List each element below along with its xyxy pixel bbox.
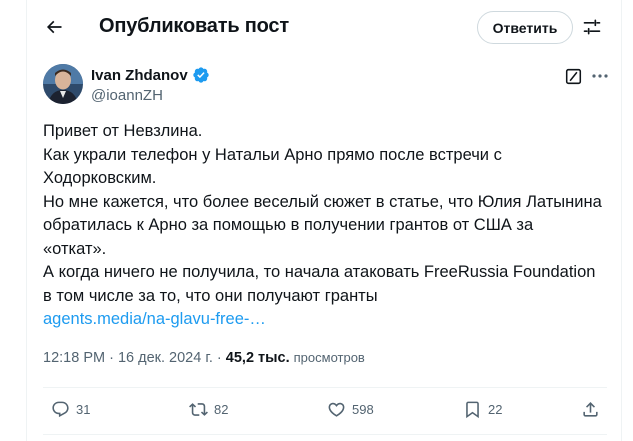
- reply-action[interactable]: 31: [51, 400, 90, 419]
- tweet-line: Привет от Невзлина.: [43, 122, 203, 140]
- reply-count: 31: [76, 402, 91, 417]
- bookmark-action[interactable]: 22: [463, 400, 502, 419]
- post-date[interactable]: 16 дек. 2024 г.: [118, 350, 213, 366]
- author-photo: [43, 64, 83, 104]
- like-action[interactable]: 598: [327, 400, 374, 419]
- arrow-left-icon: [46, 20, 62, 34]
- repost-count: 82: [214, 402, 229, 417]
- sliders-icon: [583, 19, 601, 35]
- avatar[interactable]: [43, 64, 83, 104]
- meta-separator: ·: [212, 350, 226, 366]
- back-button[interactable]: [39, 12, 69, 42]
- action-bar: 31 82 598 22: [43, 388, 607, 432]
- author-name-text: Ivan Zhdanov: [91, 66, 188, 84]
- tweet-line: обратилась к Арно за помощью в получении…: [43, 216, 534, 234]
- heart-icon: [328, 402, 345, 417]
- tweet-line: Как украли телефон у Натальи Арно прямо …: [43, 145, 502, 164]
- tweet-line: «откат».: [43, 239, 107, 258]
- grok-icon: [565, 68, 581, 84]
- share-icon: [583, 402, 598, 417]
- reply-button[interactable]: Ответить: [477, 11, 573, 44]
- tweet-line: Но мне кажется, что более веселый сюжет …: [43, 192, 602, 211]
- header: Опубликовать пост Ответить: [27, 0, 621, 54]
- tweet-text: Привет от Невзлина. Как украли телефон у…: [43, 120, 613, 332]
- bookmark-count: 22: [488, 402, 503, 417]
- share-action[interactable]: [581, 400, 600, 419]
- tweet-line: в том числе за то, что они получают гран…: [43, 286, 378, 305]
- tweet-line: Ходорковским.: [43, 169, 157, 187]
- tweet-meta: 12:18 PM · 16 дек. 2024 г. · 45,2 тыс. п…: [43, 350, 365, 366]
- bookmark-icon: [466, 401, 479, 419]
- more-button[interactable]: [589, 66, 611, 86]
- like-count: 598: [352, 402, 374, 417]
- tweet-line: А когда ничего не получила, то начала ат…: [43, 263, 596, 281]
- reply-filter-button[interactable]: [577, 12, 607, 42]
- repost-action[interactable]: 82: [189, 400, 228, 419]
- post-detail-panel: Опубликовать пост Ответить Ivan Zhdanov …: [26, 0, 622, 441]
- repost-icon: [189, 403, 208, 416]
- grok-button[interactable]: [563, 66, 583, 86]
- author-name[interactable]: Ivan Zhdanov: [91, 66, 210, 84]
- reply-icon: [52, 401, 69, 418]
- page-title: Опубликовать пост: [99, 15, 289, 37]
- views-count: 45,2 тыс.: [225, 350, 290, 366]
- meta-separator: ·: [105, 350, 118, 366]
- views-label: просмотров: [293, 350, 365, 365]
- more-dots-icon: [592, 74, 608, 78]
- author-handle[interactable]: @ioannZH: [91, 87, 163, 104]
- divider: [43, 434, 607, 435]
- post-time[interactable]: 12:18 PM: [43, 350, 105, 366]
- article-link[interactable]: agents.media/na-glavu-free-…: [43, 308, 266, 332]
- verified-badge-icon: [193, 67, 209, 83]
